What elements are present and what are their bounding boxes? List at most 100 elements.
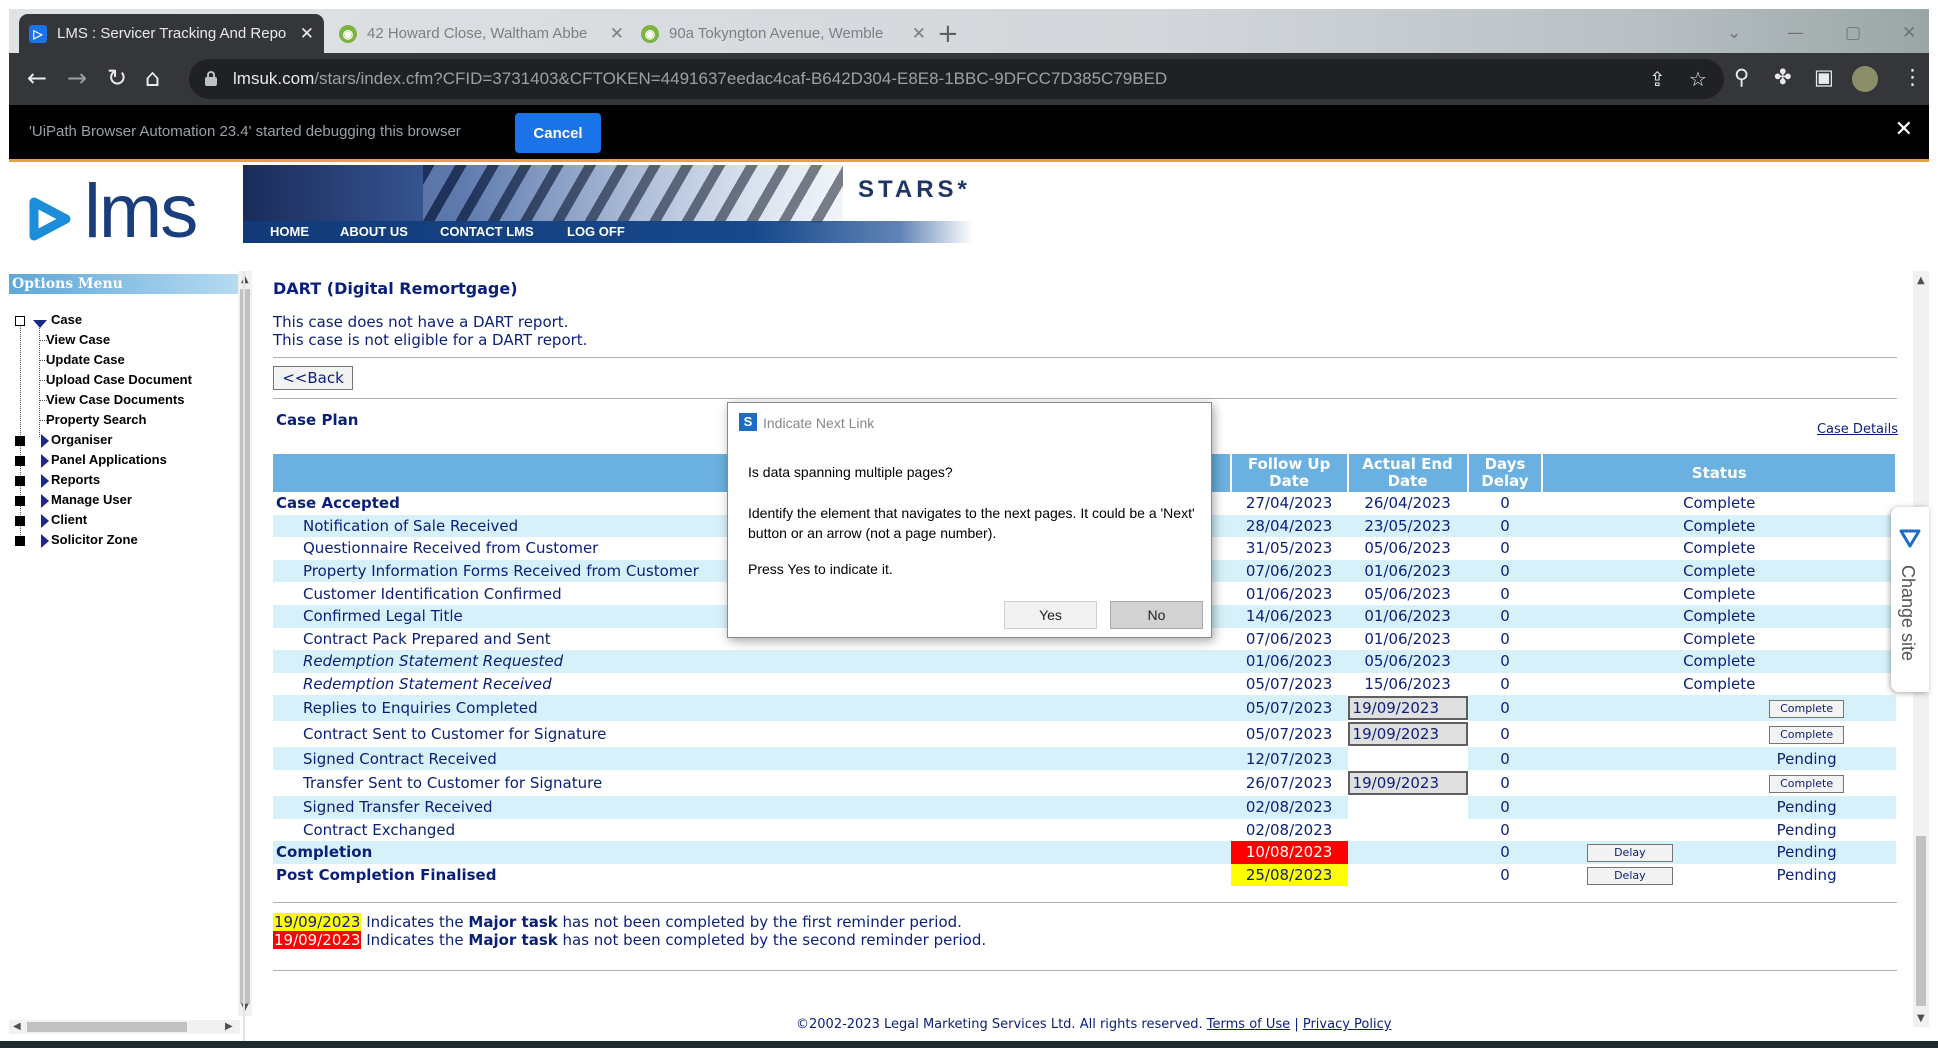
menu-manage-user[interactable]: Manage User — [51, 492, 132, 507]
scroll-right-icon[interactable]: ▶ — [225, 1021, 233, 1032]
lms-logo[interactable]: lms — [26, 169, 226, 254]
back-button[interactable]: <<Back — [273, 366, 353, 390]
days-delay: 0 — [1467, 604, 1543, 628]
delay-button[interactable]: Delay — [1587, 867, 1673, 886]
expand-toggle-icon[interactable] — [15, 496, 25, 506]
actual-end-date-header: Actual End Date — [1347, 454, 1469, 492]
menu-case[interactable]: Case — [51, 312, 82, 327]
case-plan-heading: Case Plan — [276, 411, 359, 429]
menu-view-case[interactable]: View Case — [46, 332, 110, 347]
no-button[interactable]: No — [1110, 601, 1203, 629]
close-icon[interactable]: ✕ — [610, 24, 624, 44]
scroll-down-icon[interactable]: ▼ — [1917, 1013, 1925, 1024]
change-site-widget[interactable]: Change site — [1891, 507, 1929, 692]
dialog-description: Identify the element that navigates to t… — [748, 505, 1195, 541]
uipath-icon: S — [739, 413, 757, 431]
nav-about-us[interactable]: ABOUT US — [340, 224, 408, 239]
bookmark-star-icon[interactable]: ☆ — [1689, 67, 1707, 91]
status-text: Complete — [1683, 629, 1756, 648]
follow-up-date: 27/04/2023 — [1245, 494, 1333, 513]
complete-button[interactable]: Complete — [1769, 726, 1845, 745]
actual-end-date: 05/06/2023 — [1347, 650, 1468, 673]
lock-icon[interactable] — [205, 71, 217, 86]
privacy-policy-link[interactable]: Privacy Policy — [1303, 1017, 1392, 1032]
table-row: Contract Sent to Customer for Signature … — [273, 721, 1896, 747]
nav-contact-lms[interactable]: CONTACT LMS — [440, 224, 534, 239]
collapsed-arrow-icon — [41, 474, 49, 488]
cancel-debugging-button[interactable]: Cancel — [515, 113, 601, 153]
scrollbar-thumb[interactable] — [1916, 836, 1926, 1006]
legend-text: Indicates the — [366, 913, 464, 931]
nav-log-off[interactable]: LOG OFF — [567, 224, 625, 239]
change-site-label: Change site — [1898, 565, 1918, 662]
expand-toggle-icon[interactable] — [15, 476, 25, 486]
window-close-icon[interactable]: ✕ — [1902, 23, 1916, 43]
nav-home[interactable]: HOME — [270, 224, 309, 239]
menu-view-case-documents[interactable]: View Case Documents — [46, 392, 184, 407]
expand-toggle-icon[interactable] — [15, 516, 25, 526]
scrollbar-thumb[interactable] — [27, 1022, 187, 1032]
reload-icon[interactable]: ↻ — [107, 65, 127, 91]
menu-upload-case-document[interactable]: Upload Case Document — [46, 372, 192, 387]
delay-button[interactable]: Delay — [1587, 844, 1673, 863]
days-delay: 0 — [1500, 725, 1510, 744]
table-row: Redemption Statement Received 05/07/2023… — [273, 673, 1896, 696]
menu-panel-applications[interactable]: Panel Applications — [51, 452, 167, 467]
forward-arrow-icon[interactable]: → — [67, 65, 87, 91]
menu-client[interactable]: Client — [51, 512, 87, 527]
actual-end-date: 01/06/2023 — [1347, 604, 1468, 628]
scroll-left-icon[interactable]: ◀ — [13, 1021, 21, 1032]
search-icon[interactable]: ⚲ — [1734, 65, 1749, 89]
close-icon[interactable]: ✕ — [300, 24, 314, 44]
url-text[interactable]: lmsuk.com/stars/index.cfm?CFID=3731403&C… — [233, 69, 1167, 89]
address-bar[interactable]: lmsuk.com/stars/index.cfm?CFID=3731403&C… — [189, 59, 1724, 99]
yes-button[interactable]: Yes — [1004, 601, 1097, 629]
expand-toggle-icon[interactable] — [15, 536, 25, 546]
menu-kebab-icon[interactable]: ⋮ — [1902, 65, 1923, 89]
collapsed-arrow-icon — [41, 434, 49, 448]
complete-button[interactable]: Complete — [1769, 700, 1845, 719]
table-row: Redemption Statement Requested 01/06/202… — [273, 650, 1896, 673]
status-header: Status — [1542, 454, 1897, 492]
menu-solicitor-zone[interactable]: Solicitor Zone — [51, 532, 138, 547]
menu-property-search[interactable]: Property Search — [46, 412, 146, 427]
actual-end-date-input[interactable]: 19/09/2023 — [1347, 696, 1468, 721]
legend-text: Indicates the — [366, 931, 464, 949]
actual-end-date-input[interactable]: 19/09/2023 — [1347, 770, 1468, 795]
share-icon[interactable]: ⇪ — [1649, 67, 1666, 91]
collapse-toggle-icon[interactable] — [15, 316, 25, 326]
close-icon[interactable]: ✕ — [912, 24, 926, 44]
tab-tokyngton-avenue[interactable]: ◉ 90a Tokyngton Avenue, Wemble ✕ — [631, 14, 936, 53]
menu-horizontal-scrollbar[interactable]: ◀ ▶ — [9, 1020, 240, 1034]
legend-date-yellow: 19/09/2023 — [273, 913, 362, 931]
home-icon[interactable]: ⌂ — [145, 65, 160, 91]
expand-toggle-icon[interactable] — [15, 456, 25, 466]
profile-avatar[interactable] — [1852, 66, 1878, 92]
tab-lms[interactable]: ▷ LMS : Servicer Tracking And Repo ✕ — [19, 14, 324, 53]
lms-logo-icon — [29, 197, 71, 241]
menu-update-case[interactable]: Update Case — [46, 352, 125, 367]
scrollbar-thumb[interactable] — [240, 289, 250, 1004]
actual-end-date-input[interactable]: 19/09/2023 — [1347, 722, 1468, 747]
side-panel-icon[interactable]: ▣ — [1814, 65, 1834, 89]
back-arrow-icon[interactable]: ← — [27, 65, 47, 91]
menu-organiser[interactable]: Organiser — [51, 432, 112, 447]
status-text: Complete — [1542, 559, 1896, 583]
expand-toggle-icon[interactable] — [15, 436, 25, 446]
new-tab-plus-icon[interactable]: + — [937, 21, 959, 47]
maximize-icon[interactable]: ▢ — [1845, 23, 1861, 43]
tab-search-chevron-icon[interactable]: ⌄ — [1727, 23, 1741, 43]
close-icon[interactable]: ✕ — [1895, 117, 1913, 142]
days-delay: 0 — [1467, 514, 1543, 538]
terms-of-use-link[interactable]: Terms of Use — [1207, 1017, 1290, 1032]
main-content: DART (Digital Remortgage) This case does… — [256, 271, 1902, 1032]
menu-reports[interactable]: Reports — [51, 472, 100, 487]
complete-button[interactable]: Complete — [1769, 774, 1845, 793]
scroll-up-icon[interactable]: ▲ — [1917, 275, 1925, 286]
follow-up-date: 07/06/2023 — [1230, 559, 1348, 583]
minimize-icon[interactable]: — — [1787, 23, 1804, 43]
case-details-link[interactable]: Case Details — [1817, 422, 1898, 437]
tab-howard-close[interactable]: ◉ 42 Howard Close, Waltham Abbe ✕ — [329, 14, 634, 53]
menu-vertical-scrollbar[interactable]: ▲ ▼ — [238, 271, 252, 1016]
extensions-puzzle-icon[interactable]: ✤ — [1774, 65, 1792, 89]
